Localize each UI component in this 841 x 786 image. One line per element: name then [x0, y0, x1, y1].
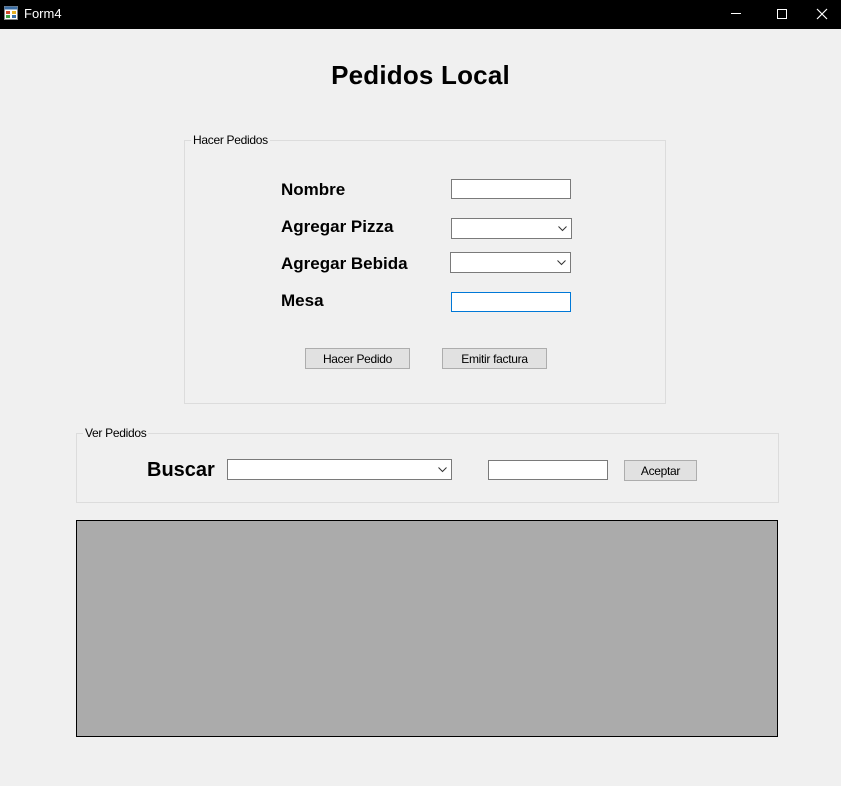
chevron-down-icon — [557, 259, 566, 265]
winforms-app-icon — [4, 6, 18, 20]
emitir-factura-button[interactable]: Emitir factura — [442, 348, 547, 369]
buscar-dropdown[interactable] — [227, 459, 452, 480]
minimize-icon — [731, 13, 741, 14]
agregar-bebida-label: Agregar Bebida — [281, 254, 408, 273]
bebida-dropdown[interactable] — [450, 252, 571, 273]
buscar-label: Buscar — [147, 459, 215, 481]
maximize-icon — [777, 9, 787, 19]
close-button[interactable] — [805, 0, 841, 29]
mesa-label: Mesa — [281, 291, 324, 310]
ver-pedidos-legend: Ver Pedidos — [83, 426, 149, 440]
nombre-label: Nombre — [281, 180, 346, 199]
page-title: Pedidos Local — [331, 60, 510, 90]
pedidos-data-grid[interactable] — [76, 520, 778, 737]
minimize-button[interactable] — [713, 0, 759, 29]
chevron-down-icon — [558, 225, 567, 231]
close-icon — [816, 8, 828, 20]
search-input[interactable] — [488, 460, 608, 480]
pizza-dropdown[interactable] — [451, 218, 572, 239]
hacer-pedido-button[interactable]: Hacer Pedido — [305, 348, 410, 369]
window-title: Form4 — [24, 6, 62, 21]
aceptar-button[interactable]: Aceptar — [624, 460, 697, 481]
agregar-pizza-label: Agregar Pizza — [281, 217, 394, 236]
hacer-pedidos-legend: Hacer Pedidos — [191, 133, 270, 147]
nombre-input[interactable] — [451, 179, 571, 199]
maximize-button[interactable] — [759, 0, 805, 29]
hacer-pedidos-group: Hacer Pedidos — [184, 133, 666, 404]
mesa-input[interactable] — [451, 292, 571, 312]
window-titlebar[interactable]: Form4 — [0, 0, 841, 29]
chevron-down-icon — [438, 466, 447, 472]
